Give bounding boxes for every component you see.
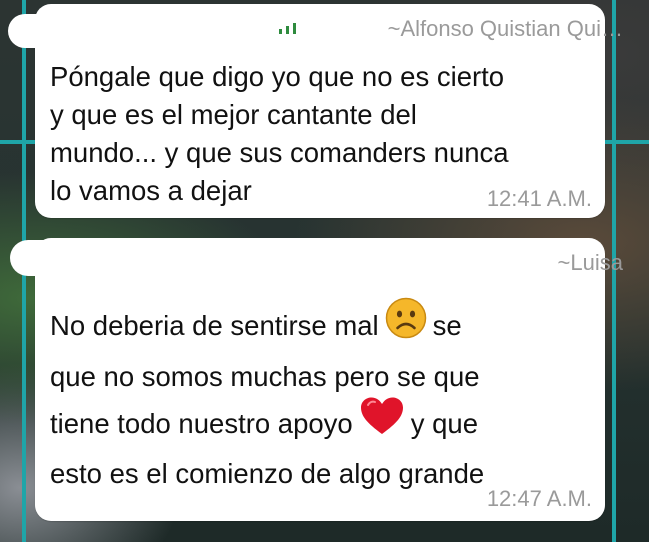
sender-name[interactable]: ~Luisa xyxy=(558,250,623,276)
sender-name[interactable]: ~Alfonso Quistian Qui… xyxy=(388,16,623,42)
message-timestamp: 12:47 A.M. xyxy=(486,486,592,511)
message-segment: tiene todo nuestro apoyo xyxy=(50,407,353,439)
heart-icon xyxy=(359,396,405,449)
message-text: No deberia de sentirse mal se que no som… xyxy=(50,297,485,496)
redacted-sender-phone xyxy=(8,14,248,48)
message-line: Póngale que digo yo que no es cierto xyxy=(50,61,505,92)
message-line: No deberia de sentirse mal se xyxy=(50,297,484,355)
message-line: mundo... y que sus comanders nunca xyxy=(50,137,509,168)
message-segment: y que xyxy=(410,407,479,439)
message-timestamp: 12:41 A.M. xyxy=(486,186,592,211)
message-line: que no somos muchas pero se que xyxy=(50,361,480,392)
message-line: y que es el mejor cantante del xyxy=(50,99,417,130)
redacted-sender-phone xyxy=(10,240,330,276)
message-line: tiene todo nuestro apoyo y que xyxy=(50,396,484,452)
signal-fragment xyxy=(275,20,305,34)
message-line: esto es el comienzo de algo grande xyxy=(50,458,485,489)
message-segment: No deberia de sentirse mal xyxy=(50,309,379,341)
message-segment: se xyxy=(432,309,462,341)
message-text: Póngale que digo yo que no es cierto y q… xyxy=(50,58,509,210)
message-line: lo vamos a dejar xyxy=(50,175,252,206)
frowning-face-icon xyxy=(385,297,427,352)
